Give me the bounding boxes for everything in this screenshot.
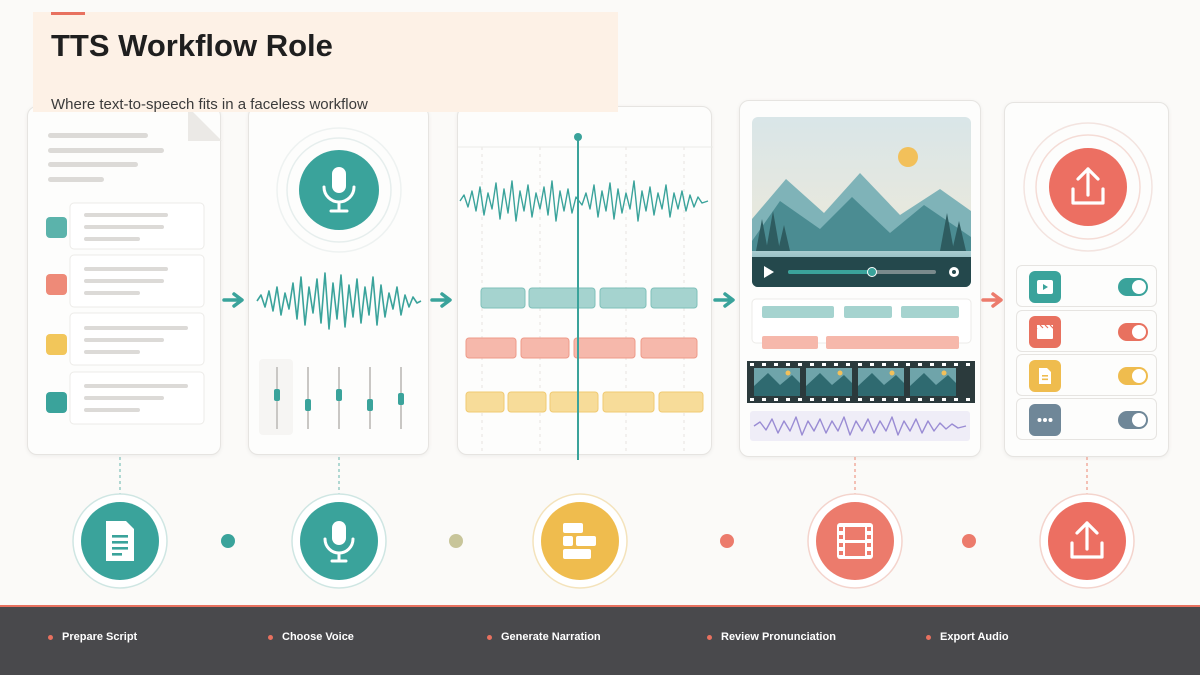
script-document-illustration bbox=[46, 107, 222, 425]
bullet-dot bbox=[926, 634, 931, 640]
script-block-coral bbox=[46, 254, 205, 308]
page-subtitle: Where text-to-speech fits in a faceless … bbox=[51, 96, 368, 113]
export-option-video bbox=[1016, 265, 1157, 307]
file-icon bbox=[1029, 360, 1061, 392]
step-circle-generate-narration bbox=[532, 493, 628, 589]
script-panel bbox=[27, 106, 222, 455]
bullet-dot bbox=[707, 634, 712, 640]
filmstrip bbox=[747, 361, 975, 403]
step-circle-export-audio bbox=[1039, 493, 1135, 589]
clapperboard-icon bbox=[1029, 316, 1061, 348]
step-label-generate-narration: Generate Narration bbox=[487, 631, 601, 643]
export-toggle-clapperboard[interactable] bbox=[1118, 323, 1148, 341]
arrow-right-icon bbox=[713, 292, 735, 308]
export-illustration bbox=[1023, 122, 1153, 252]
review-illustration bbox=[747, 117, 975, 441]
step-label-bar: Prepare Script Choose Voice Generate Nar… bbox=[0, 605, 1200, 675]
step-circle-choose-voice bbox=[291, 493, 387, 589]
step-label-prepare-script: Prepare Script bbox=[48, 631, 137, 643]
step-label-text: Review Pronunciation bbox=[721, 631, 836, 643]
step-label-export-audio: Export Audio bbox=[926, 631, 1009, 643]
step-label-text: Choose Voice bbox=[282, 631, 354, 643]
step-label-review-pronunciation: Review Pronunciation bbox=[707, 631, 836, 643]
page-title: TTS Workflow Role bbox=[51, 28, 333, 63]
film-icon bbox=[837, 523, 873, 559]
voice-waveform bbox=[256, 272, 422, 330]
more-icon bbox=[1029, 404, 1061, 436]
arrow-right-icon bbox=[430, 292, 452, 308]
video-preview bbox=[752, 117, 971, 287]
title-accent bbox=[51, 12, 85, 15]
export-option-more bbox=[1016, 398, 1157, 440]
script-block-yellow bbox=[46, 312, 205, 366]
bullet-dot bbox=[268, 634, 273, 640]
workflow-timeline bbox=[72, 457, 1135, 589]
arrow-right-icon bbox=[981, 292, 1003, 308]
export-option-file bbox=[1016, 354, 1157, 396]
teal-clips bbox=[480, 287, 698, 309]
script-block-teal-2 bbox=[46, 371, 205, 425]
video-icon bbox=[1029, 271, 1061, 303]
voice-panel bbox=[248, 106, 429, 455]
step-label-choose-voice: Choose Voice bbox=[268, 631, 354, 643]
step-label-text: Prepare Script bbox=[62, 631, 138, 643]
export-toggle-file[interactable] bbox=[1118, 367, 1148, 385]
playhead[interactable] bbox=[570, 130, 586, 460]
gear-icon bbox=[949, 267, 959, 277]
voice-illustration bbox=[256, 127, 422, 435]
title-block: TTS Workflow Role Where text-to-speech f… bbox=[33, 12, 618, 113]
script-block-teal bbox=[46, 202, 205, 250]
step-label-text: Export Audio bbox=[940, 631, 1009, 643]
document-icon bbox=[106, 521, 134, 561]
step-circle-prepare-script bbox=[72, 493, 168, 589]
export-toggle-video[interactable] bbox=[1118, 278, 1148, 296]
export-toggle-more[interactable] bbox=[1118, 411, 1148, 429]
review-panel bbox=[739, 100, 981, 457]
step-label-text: Generate Narration bbox=[501, 631, 601, 643]
step-circle-review-pronunciation bbox=[807, 493, 903, 589]
bullet-dot bbox=[48, 634, 53, 640]
arrow-right-icon bbox=[222, 292, 244, 308]
bullet-dot bbox=[487, 634, 492, 640]
voice-sliders bbox=[259, 359, 404, 435]
export-option-clapperboard bbox=[1016, 310, 1157, 352]
